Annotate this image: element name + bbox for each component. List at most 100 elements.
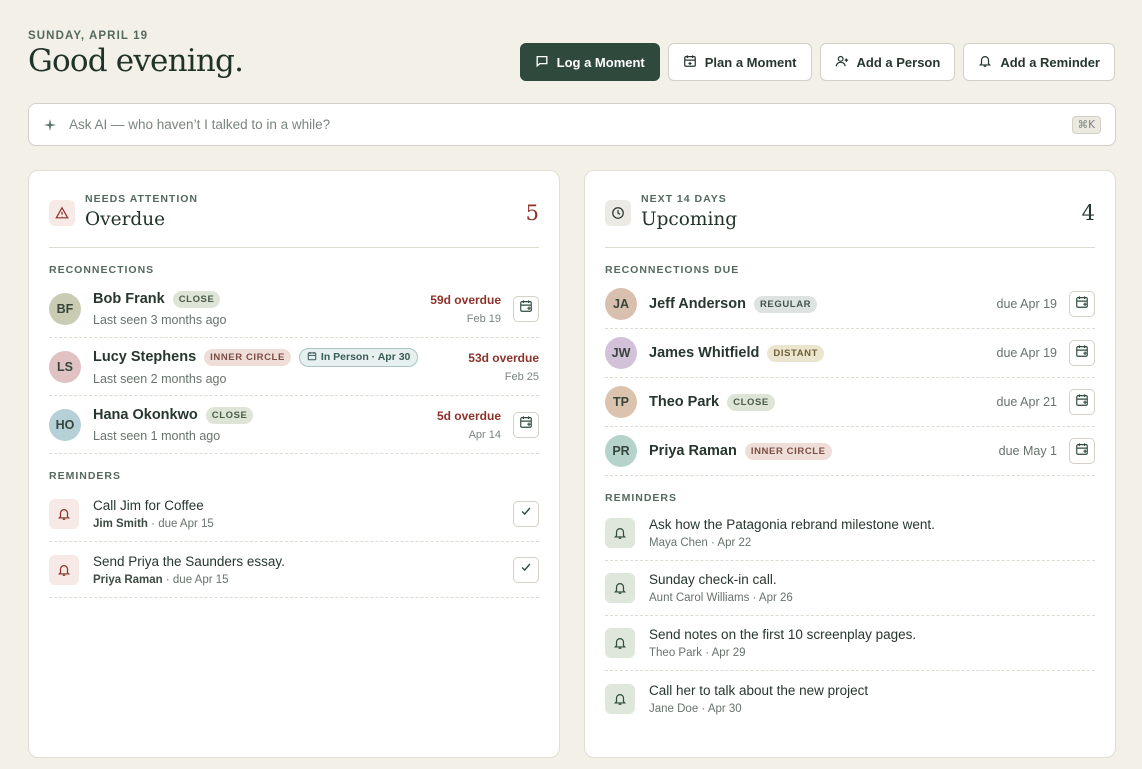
ask-ai-input[interactable] xyxy=(69,117,1072,132)
upcoming-header: NEXT 14 DAYS Upcoming 4 xyxy=(605,171,1095,248)
check-icon xyxy=(519,560,533,579)
due-date: due Apr 19 xyxy=(996,297,1057,311)
list-item[interactable]: TP Theo Park CLOSE due Apr 21 xyxy=(605,378,1095,427)
upcoming-count: 4 xyxy=(1081,201,1095,225)
action-bar: Log a Moment Plan a Moment Add a Person … xyxy=(519,43,1115,81)
reminder-item[interactable]: Send notes on the first 10 screenplay pa… xyxy=(605,616,1095,671)
last-seen: Last seen 1 month ago xyxy=(93,428,221,443)
reminder-title: Call her to talk about the new project xyxy=(649,682,869,698)
overdue-reconnections-heading: RECONNECTIONS xyxy=(49,264,155,276)
calendar-plus-icon xyxy=(1075,442,1089,461)
reminder-item[interactable]: Send Priya the Saunders essay. Priya Ram… xyxy=(49,542,539,598)
list-item[interactable]: HO Hana Okonkwo CLOSE Last seen 1 month … xyxy=(49,396,539,454)
bell-icon xyxy=(605,518,635,548)
person-info: Lucy Stephens INNER CIRCLE In Person · A… xyxy=(93,347,468,386)
upcoming-reconnections-heading: RECONNECTIONS DUE xyxy=(605,264,740,276)
reminder-meta: Aunt Carol Williams · Apr 26 xyxy=(649,592,793,604)
overdue-days: 53d overdue xyxy=(468,350,539,365)
person-info: James Whitfield DISTANT xyxy=(649,344,997,362)
reminder-title: Send Priya the Saunders essay. xyxy=(93,553,285,569)
add-person-button[interactable]: Add a Person xyxy=(819,43,956,81)
last-seen: Last seen 2 months ago xyxy=(93,371,227,386)
list-item[interactable]: LS Lucy Stephens INNER CIRCLE In Person … xyxy=(49,338,539,396)
overdue-status: 5d overdue Apr 14 xyxy=(437,409,501,441)
overdue-days: 59d overdue xyxy=(430,292,501,307)
add-person-label: Add a Person xyxy=(856,54,941,70)
schedule-button[interactable] xyxy=(513,295,539,322)
tier-badge: REGULAR xyxy=(753,295,818,313)
bell-icon xyxy=(49,554,79,585)
person-name[interactable]: Priya Raman xyxy=(649,443,737,459)
overdue-date: Apr 14 xyxy=(468,428,501,441)
person-name[interactable]: Jeff Anderson xyxy=(649,296,746,312)
overdue-days: 5d overdue xyxy=(436,408,501,423)
avatar: LS xyxy=(49,350,81,383)
person-name[interactable]: Hana Okonkwo xyxy=(93,407,198,423)
bell-icon xyxy=(49,498,79,529)
schedule-button[interactable] xyxy=(1069,389,1095,415)
planned-moment-label: In Person · Apr 30 xyxy=(320,351,411,363)
tier-badge: CLOSE xyxy=(205,406,254,424)
reminder-due: · due Apr 15 xyxy=(147,517,214,530)
reminder-person[interactable]: Jim Smith xyxy=(93,518,148,530)
reminder-text: Ask how the Patagonia rebrand milestone … xyxy=(649,517,1095,549)
complete-reminder-button[interactable] xyxy=(513,556,539,583)
reminder-text: Call her to talk about the new project J… xyxy=(649,683,1095,715)
person-info: Bob Frank CLOSE Last seen 3 months ago xyxy=(93,290,430,327)
reminder-item[interactable]: Call Jim for Coffee Jim Smith · due Apr … xyxy=(49,486,539,542)
person-info: Hana Okonkwo CLOSE Last seen 1 month ago xyxy=(93,406,437,443)
due-date: due Apr 21 xyxy=(996,395,1057,409)
person-name[interactable]: Lucy Stephens xyxy=(93,349,196,365)
reminder-meta: Priya Raman · due Apr 15 xyxy=(93,574,513,586)
list-item[interactable]: JA Jeff Anderson REGULAR due Apr 19 xyxy=(605,280,1095,329)
tier-badge: INNER CIRCLE xyxy=(204,348,291,366)
list-item[interactable]: BF Bob Frank CLOSE Last seen 3 months ag… xyxy=(49,280,539,338)
overdue-count: 5 xyxy=(525,201,539,225)
overdue-date: Feb 25 xyxy=(504,370,539,383)
schedule-button[interactable] xyxy=(1069,340,1095,366)
calendar-icon xyxy=(307,351,317,364)
ask-ai-bar[interactable]: ⌘K xyxy=(28,103,1116,146)
schedule-button[interactable] xyxy=(1069,291,1095,317)
bell-icon xyxy=(605,683,635,714)
overdue-header: NEEDS ATTENTION Overdue 5 xyxy=(49,171,539,248)
reminder-item[interactable]: Call her to talk about the new project J… xyxy=(605,671,1095,726)
tier-badge: CLOSE xyxy=(727,393,775,411)
name-line: Hana Okonkwo CLOSE xyxy=(93,406,437,424)
planned-moment-chip[interactable]: In Person · Apr 30 xyxy=(298,347,419,367)
plan-moment-button[interactable]: Plan a Moment xyxy=(667,43,812,81)
reminder-text: Sunday check-in call. Aunt Carol William… xyxy=(649,572,1095,604)
reminder-item[interactable]: Sunday check-in call. Aunt Carol William… xyxy=(605,561,1095,616)
shortcut-badge: ⌘K xyxy=(1071,115,1101,134)
bell-icon xyxy=(605,573,635,603)
person-name[interactable]: Bob Frank xyxy=(93,291,165,307)
avatar: JA xyxy=(605,288,637,320)
sparkle-icon xyxy=(43,118,57,132)
person-info: Priya Raman INNER CIRCLE xyxy=(649,442,999,460)
reminder-title: Call Jim for Coffee xyxy=(93,497,204,513)
schedule-button[interactable] xyxy=(1069,438,1095,464)
overdue-panel: NEEDS ATTENTION Overdue 5 RECONNECTIONS … xyxy=(28,170,560,758)
tier-badge: DISTANT xyxy=(767,344,825,362)
last-seen: Last seen 3 months ago xyxy=(93,312,227,327)
name-line: Jeff Anderson REGULAR xyxy=(649,295,997,313)
reminder-person[interactable]: Priya Raman xyxy=(93,574,163,586)
name-line: Theo Park CLOSE xyxy=(649,393,997,411)
name-line: James Whitfield DISTANT xyxy=(649,344,997,362)
overdue-kicker: NEEDS ATTENTION xyxy=(85,193,199,205)
calendar-plus-icon xyxy=(1075,295,1089,314)
reminder-title: Send notes on the first 10 screenplay pa… xyxy=(649,627,917,642)
list-item[interactable]: JW James Whitfield DISTANT due Apr 19 xyxy=(605,329,1095,378)
add-reminder-button[interactable]: Add a Reminder xyxy=(963,43,1115,81)
log-moment-button[interactable]: Log a Moment xyxy=(519,43,660,81)
reminder-item[interactable]: Ask how the Patagonia rebrand milestone … xyxy=(605,506,1095,561)
calendar-plus-icon xyxy=(519,299,533,318)
person-name[interactable]: Theo Park xyxy=(649,394,719,410)
list-item[interactable]: PR Priya Raman INNER CIRCLE due May 1 xyxy=(605,427,1095,476)
calendar-plus-icon xyxy=(1075,344,1089,363)
overdue-reminders-heading: REMINDERS xyxy=(49,470,122,482)
person-name[interactable]: James Whitfield xyxy=(649,345,759,361)
complete-reminder-button[interactable] xyxy=(513,500,539,527)
schedule-button[interactable] xyxy=(513,411,539,438)
plan-moment-label: Plan a Moment xyxy=(704,54,797,70)
